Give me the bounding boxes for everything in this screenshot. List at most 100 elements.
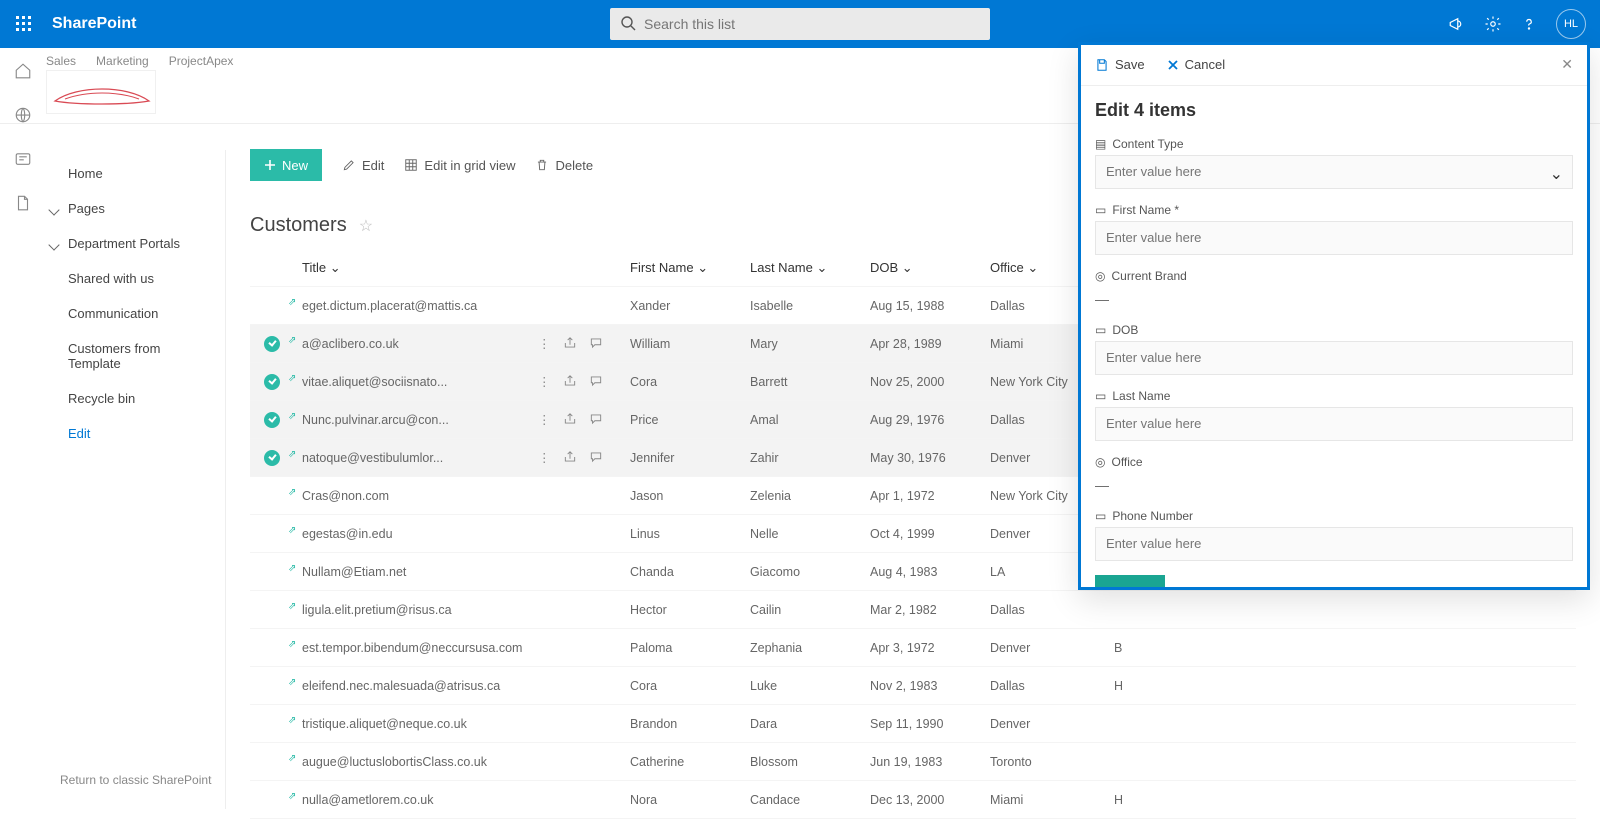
app-launcher-button[interactable] (0, 0, 48, 48)
checkmark-icon[interactable] (264, 374, 280, 390)
search-input[interactable] (610, 8, 990, 40)
nav-home[interactable]: Home (46, 156, 225, 191)
table-row[interactable]: ⇗ligula.elit.pretium@risus.caHectorCaili… (250, 591, 1576, 629)
cell-dob: Apr 3, 1972 (870, 641, 990, 655)
checkmark-icon[interactable] (264, 336, 280, 352)
delete-button[interactable]: Delete (535, 158, 593, 173)
choice-icon: ◎ (1095, 269, 1105, 283)
input-dob[interactable] (1095, 341, 1573, 375)
link-icon: ⇗ (288, 563, 296, 574)
panel-close-button[interactable]: ✕ (1561, 56, 1573, 73)
table-row[interactable]: ⇗eleifend.nec.malesuada@atrisus.caCoraLu… (250, 667, 1576, 705)
globe-icon[interactable] (14, 106, 32, 124)
table-row[interactable]: ⇗tristique.aliquet@neque.co.ukBrandonDar… (250, 705, 1576, 743)
link-icon: ⇗ (288, 335, 296, 346)
site-tab-marketing[interactable]: Marketing (96, 48, 149, 68)
megaphone-icon[interactable] (1448, 15, 1466, 33)
cell-title[interactable]: ⇗natoque@vestibulumlor... (294, 451, 538, 465)
col-title[interactable]: Title ⌄ (294, 260, 538, 276)
cell-firstname: Jason (630, 489, 750, 503)
star-icon[interactable]: ☆ (359, 216, 373, 236)
nav-shared-with-us[interactable]: Shared with us (46, 261, 225, 296)
nav-edit[interactable]: Edit (46, 416, 225, 451)
cell-title[interactable]: ⇗ligula.elit.pretium@risus.ca (294, 603, 538, 617)
cell-title[interactable]: ⇗a@aclibero.co.uk (294, 337, 538, 351)
file-icon[interactable] (14, 194, 32, 212)
cell-title[interactable]: ⇗tristique.aliquet@neque.co.uk (294, 717, 538, 731)
return-classic-link[interactable]: Return to classic SharePoint (60, 773, 211, 787)
help-icon[interactable] (1520, 15, 1538, 33)
cell-firstname: Cora (630, 375, 750, 389)
col-dob[interactable]: DOB ⌄ (870, 260, 990, 276)
cell-dob: Dec 13, 2000 (870, 793, 990, 807)
share-icon[interactable] (563, 412, 577, 427)
cell-title[interactable]: ⇗nulla@ametlorem.co.uk (294, 793, 538, 807)
col-lastname[interactable]: Last Name ⌄ (750, 260, 870, 276)
delete-button-label: Delete (555, 158, 593, 173)
share-icon[interactable] (563, 336, 577, 351)
comment-icon[interactable] (589, 412, 603, 427)
nav-pages[interactable]: Pages (46, 191, 225, 226)
cell-firstname: Catherine (630, 755, 750, 769)
share-icon[interactable] (563, 450, 577, 465)
link-icon: ⇗ (288, 639, 296, 650)
edit-panel-toolbar: Save Cancel ✕ (1081, 45, 1587, 86)
input-first-name[interactable] (1095, 221, 1573, 255)
news-icon[interactable] (14, 150, 32, 168)
cell-title[interactable]: ⇗Cras@non.com (294, 489, 538, 503)
new-button[interactable]: New (250, 149, 322, 181)
nav-communication[interactable]: Communication (46, 296, 225, 331)
cell-title[interactable]: ⇗eleifend.nec.malesuada@atrisus.ca (294, 679, 538, 693)
cell-title[interactable]: ⇗eget.dictum.placerat@mattis.ca (294, 299, 538, 313)
edit-button[interactable]: Edit (342, 158, 384, 173)
cell-firstname: Xander (630, 299, 750, 313)
cell-title[interactable]: ⇗est.tempor.bibendum@neccursusa.com (294, 641, 538, 655)
input-phone[interactable] (1095, 527, 1573, 561)
comment-icon[interactable] (589, 374, 603, 389)
more-icon[interactable]: ⋮ (538, 412, 551, 427)
home-icon[interactable] (14, 62, 32, 80)
table-row[interactable]: ⇗augue@luctuslobortisClass.co.uk Catherin… (250, 743, 1576, 781)
nav-department-portals[interactable]: Department Portals (46, 226, 225, 261)
cell-title[interactable]: ⇗augue@luctuslobortisClass.co.uk (294, 755, 538, 769)
chevron-down-icon[interactable]: ⌄ (1550, 164, 1563, 184)
save-button[interactable]: Save (1095, 575, 1165, 587)
nav-recycle-bin[interactable]: Recycle bin (46, 381, 225, 416)
panel-cancel-button[interactable]: Cancel (1167, 57, 1225, 72)
comment-icon[interactable] (589, 336, 603, 351)
edit-grid-button[interactable]: Edit in grid view (404, 158, 515, 173)
share-icon[interactable] (563, 374, 577, 389)
cell-firstname: Linus (630, 527, 750, 541)
link-icon: ⇗ (288, 487, 296, 498)
cell-lastname: Nelle (750, 527, 870, 541)
cell-title[interactable]: ⇗egestas@in.edu (294, 527, 538, 541)
product-name[interactable]: SharePoint (52, 15, 136, 33)
cell-title[interactable]: ⇗Nullam@Etiam.net (294, 565, 538, 579)
table-row[interactable]: ⇗est.tempor.bibendum@neccursusa.comPalom… (250, 629, 1576, 667)
table-row[interactable]: ⇗nulla@ametlorem.co.ukNoraCandaceDec 13,… (250, 781, 1576, 819)
cell-title[interactable]: ⇗Nunc.pulvinar.arcu@con... (294, 413, 538, 427)
more-icon[interactable]: ⋮ (538, 374, 551, 389)
more-icon[interactable]: ⋮ (538, 336, 551, 351)
avatar[interactable]: HL (1556, 9, 1586, 39)
cell-lastname: Barrett (750, 375, 870, 389)
cell-office: Denver (990, 641, 1114, 655)
checkmark-icon[interactable] (264, 412, 280, 428)
checkmark-icon[interactable] (264, 450, 280, 466)
panel-save-button[interactable]: Save (1095, 57, 1145, 72)
comment-icon[interactable] (589, 450, 603, 465)
cell-title[interactable]: ⇗vitae.aliquet@sociisnato... (294, 375, 538, 389)
link-icon: ⇗ (288, 525, 296, 536)
site-tab-sales[interactable]: Sales (46, 48, 76, 68)
input-last-name[interactable] (1095, 407, 1573, 441)
more-icon[interactable]: ⋮ (538, 450, 551, 465)
site-tab-projectapex[interactable]: ProjectApex (169, 48, 234, 68)
cell-lastname: Mary (750, 337, 870, 351)
input-content-type[interactable] (1095, 155, 1573, 189)
nav-customers-from-template[interactable]: Customers from Template (46, 331, 225, 381)
gear-icon[interactable] (1484, 15, 1502, 33)
stack-icon: ▤ (1095, 137, 1106, 151)
site-logo[interactable] (46, 70, 156, 114)
col-firstname[interactable]: First Name ⌄ (630, 260, 750, 276)
edit-button-label: Edit (362, 158, 384, 173)
